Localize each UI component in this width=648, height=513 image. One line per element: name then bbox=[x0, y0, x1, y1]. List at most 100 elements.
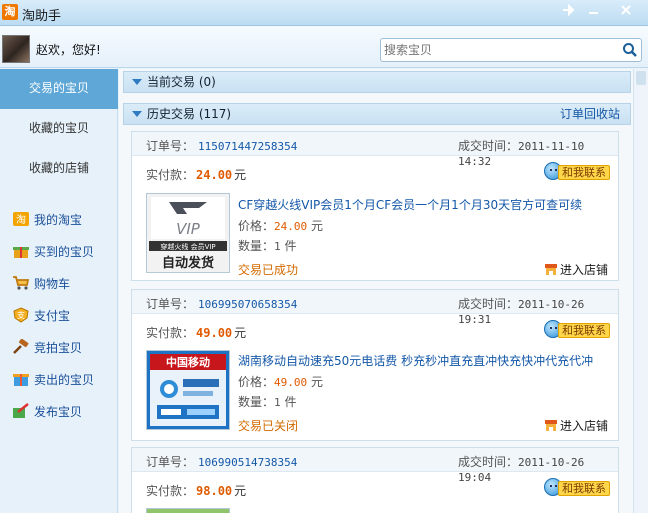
quantity-line: 数量：1 件 bbox=[238, 393, 296, 410]
paid-label: 实付款： bbox=[146, 484, 195, 498]
publish-icon bbox=[12, 403, 30, 419]
sidebar-link-publish[interactable]: 发布宝贝 bbox=[12, 402, 82, 422]
trade-list-panel: 当前交易 (0) 历史交易 (117) 订单回收站 订单号： 1150714472… bbox=[119, 69, 633, 513]
sidebar-link-label: 卖出的宝贝 bbox=[34, 373, 95, 387]
alipay-icon: 支 bbox=[12, 307, 30, 323]
close-button[interactable] bbox=[616, 3, 636, 21]
order-number-value[interactable]: 106995070658354 bbox=[198, 298, 297, 311]
paid-amount: 实付款： 49.00 元 bbox=[146, 324, 246, 341]
thumb-auto-ship-text: 自动发货 bbox=[162, 255, 214, 271]
qty-label: 数量： bbox=[238, 239, 275, 253]
title-bar: 淘 淘助手 bbox=[0, 0, 648, 26]
order-number-label: 订单号： bbox=[146, 297, 195, 311]
sidebar-tab-favorite-shops[interactable]: 收藏的店铺 bbox=[0, 149, 118, 189]
sidebar-link-label: 购物车 bbox=[34, 277, 71, 291]
sidebar-link-auction[interactable]: 竞拍宝贝 bbox=[12, 338, 82, 358]
paid-value: 24.00 bbox=[196, 168, 233, 182]
sidebar-link-label: 我的淘宝 bbox=[34, 213, 83, 227]
enter-shop-link[interactable]: 进入店铺 bbox=[544, 417, 608, 434]
user-bar: 赵欢，您好! bbox=[0, 26, 648, 68]
order-status-link[interactable]: 交易已成功 bbox=[238, 261, 298, 278]
svg-text:淘: 淘 bbox=[16, 213, 26, 226]
qty-unit: 件 bbox=[284, 395, 297, 409]
product-thumbnail[interactable]: 中国移动 bbox=[146, 350, 230, 430]
contact-seller-button[interactable]: 和我联系 bbox=[544, 320, 612, 340]
thumb-china-mobile-text: 中国移动 bbox=[166, 355, 210, 369]
taobao-logo-icon: 淘 bbox=[2, 4, 18, 20]
thumb-caption-text: 穿越火线 会员VIP bbox=[160, 242, 215, 251]
svg-text:支: 支 bbox=[17, 310, 25, 320]
main-scrollbar[interactable] bbox=[633, 69, 648, 513]
taobao-icon: 淘 bbox=[12, 211, 30, 227]
deal-time-label: 成交时间： bbox=[458, 139, 519, 153]
qty-value: 1 bbox=[274, 240, 281, 253]
sidebar-tab-traded-items[interactable]: 交易的宝贝 bbox=[0, 69, 118, 109]
order-number-value[interactable]: 106990514738354 bbox=[198, 456, 297, 469]
scrollbar-thumb[interactable] bbox=[636, 71, 646, 85]
thumb-vip-text: VIP bbox=[176, 220, 201, 238]
collapse-triangle-icon bbox=[132, 79, 142, 85]
price-label: 价格： bbox=[238, 375, 275, 389]
section-history-trades[interactable]: 历史交易 (117) 订单回收站 bbox=[123, 103, 631, 125]
shop-icon bbox=[544, 263, 558, 276]
order-status-link[interactable]: 交易已关闭 bbox=[238, 417, 298, 434]
qty-unit: 件 bbox=[284, 239, 297, 253]
enter-shop-label: 进入店铺 bbox=[560, 419, 609, 433]
order-number: 订单号： 106995070658354 bbox=[146, 295, 297, 312]
currency-unit: 元 bbox=[234, 326, 247, 340]
order-card: 订单号： 106990514738354 成交时间：2011-10-26 19:0… bbox=[131, 447, 619, 513]
search-icon[interactable] bbox=[622, 42, 638, 58]
order-number-label: 订单号： bbox=[146, 455, 195, 469]
currency-unit: 元 bbox=[234, 484, 247, 498]
paid-label: 实付款： bbox=[146, 326, 195, 340]
contact-seller-button[interactable]: 和我联系 bbox=[544, 478, 612, 498]
section-label: 当前交易 (0) bbox=[147, 75, 216, 89]
qty-label: 数量： bbox=[238, 395, 275, 409]
enter-shop-label: 进入店铺 bbox=[560, 263, 609, 277]
avatar[interactable] bbox=[2, 35, 30, 63]
order-number: 订单号： 115071447258354 bbox=[146, 137, 297, 154]
paid-label: 实付款： bbox=[146, 168, 195, 182]
product-title-link[interactable]: CF穿越火线VIP会员1个月CF会员一个月1个月30天官方可查可续 bbox=[238, 196, 582, 213]
contact-seller-button[interactable]: 和我联系 bbox=[544, 162, 612, 182]
minimize-button[interactable] bbox=[584, 3, 604, 21]
order-recycle-bin-link[interactable]: 订单回收站 bbox=[560, 104, 620, 124]
pin-icon[interactable] bbox=[558, 3, 578, 21]
shop-icon bbox=[544, 419, 558, 432]
price-label: 价格： bbox=[238, 219, 275, 233]
sidebar-link-alipay[interactable]: 支 支付宝 bbox=[12, 306, 70, 326]
box-icon bbox=[12, 371, 30, 387]
qty-value: 1 bbox=[274, 396, 281, 409]
sidebar-link-bought-items[interactable]: 买到的宝贝 bbox=[12, 242, 94, 262]
order-header: 订单号： 106995070658354 成交时间：2011-10-26 19:3… bbox=[132, 290, 618, 326]
product-thumbnail[interactable]: VIP 穿越火线 会员VIP 自动发货 bbox=[146, 193, 230, 273]
price-line: 价格：24.00 元 bbox=[238, 217, 323, 234]
product-thumbnail[interactable] bbox=[146, 508, 230, 513]
sidebar-tab-favorite-items[interactable]: 收藏的宝贝 bbox=[0, 109, 118, 149]
price-line: 价格：49.00 元 bbox=[238, 373, 323, 390]
deal-time-label: 成交时间： bbox=[458, 297, 519, 311]
sidebar-link-my-taobao[interactable]: 淘 我的淘宝 bbox=[12, 210, 82, 230]
cart-icon bbox=[12, 275, 30, 291]
paid-value: 98.00 bbox=[196, 484, 233, 498]
auction-hammer-icon bbox=[12, 338, 30, 355]
sidebar-link-label: 买到的宝贝 bbox=[34, 245, 95, 259]
sidebar: 交易的宝贝 收藏的宝贝 收藏的店铺 淘 我的淘宝 买到的宝贝 购物车 支 支付宝… bbox=[0, 69, 118, 513]
product-title-link[interactable]: 湖南移动自动速充50元电话费 秒充秒冲直充直冲快充快冲代充代冲 bbox=[238, 352, 593, 369]
enter-shop-link[interactable]: 进入店铺 bbox=[544, 261, 608, 278]
collapse-triangle-icon bbox=[132, 111, 142, 117]
sidebar-link-sold-items[interactable]: 卖出的宝贝 bbox=[12, 370, 94, 390]
section-current-trades[interactable]: 当前交易 (0) bbox=[123, 71, 631, 93]
sidebar-link-label: 竞拍宝贝 bbox=[34, 341, 83, 355]
search-input[interactable] bbox=[384, 41, 616, 59]
sidebar-link-cart[interactable]: 购物车 bbox=[12, 274, 70, 294]
contact-label: 和我联系 bbox=[558, 323, 610, 338]
section-label: 历史交易 (117) bbox=[147, 107, 232, 121]
currency-unit: 元 bbox=[310, 375, 323, 389]
currency-unit: 元 bbox=[234, 168, 247, 182]
order-number-value[interactable]: 115071447258354 bbox=[198, 140, 297, 153]
currency-unit: 元 bbox=[310, 219, 323, 233]
order-number: 订单号： 106990514738354 bbox=[146, 453, 297, 470]
order-number-label: 订单号： bbox=[146, 139, 195, 153]
sidebar-link-label: 支付宝 bbox=[34, 309, 71, 323]
